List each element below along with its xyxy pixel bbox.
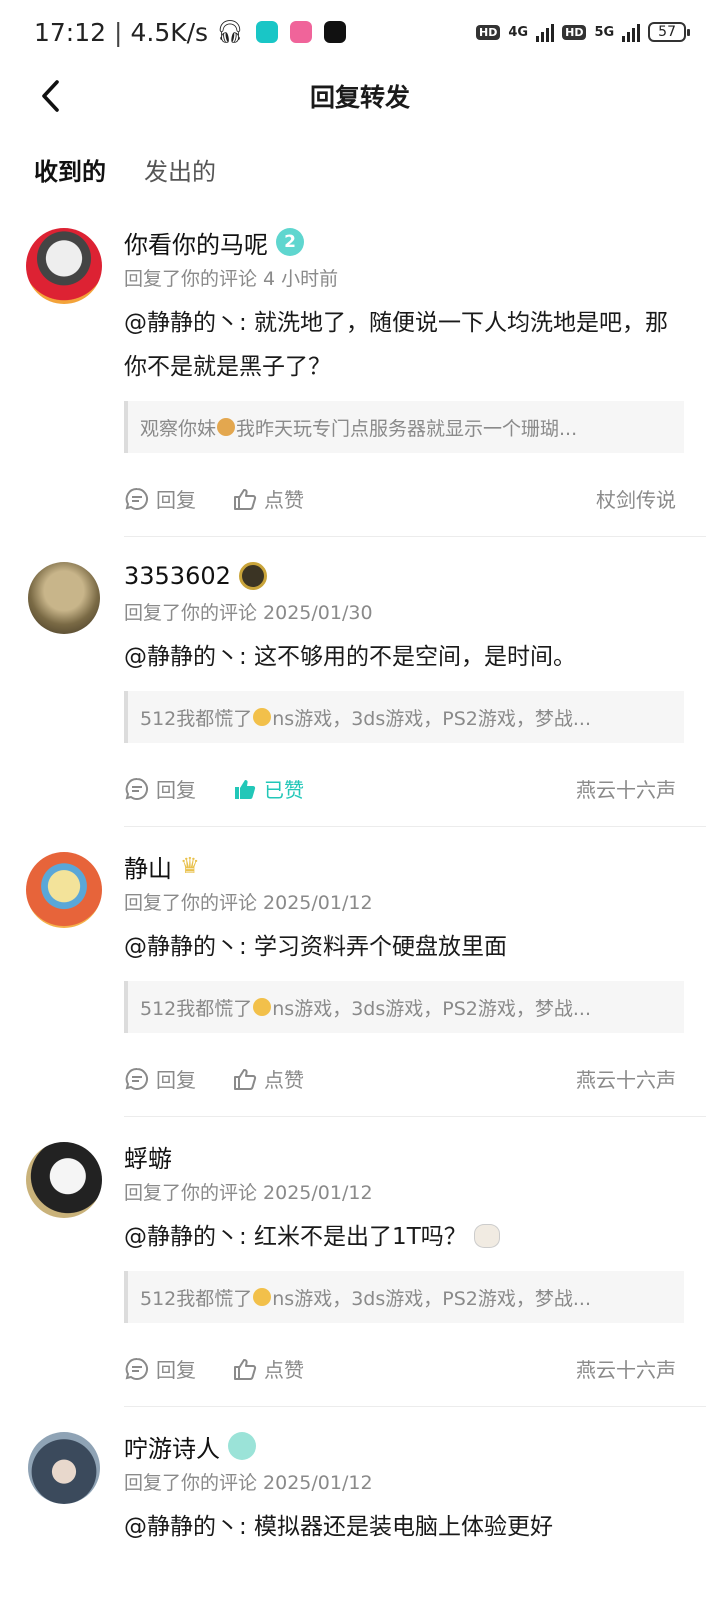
smile-emoji-icon (253, 708, 272, 726)
list-item[interactable]: 静山 ♛ 回复了你的评论 2025/01/12 @静静的丶: 学习资料弄个硬盘放… (0, 846, 720, 1136)
reply-button[interactable]: 回复 (124, 774, 196, 803)
list-item[interactable]: 你看你的马呢 2 回复了你的评论 4 小时前 @静静的丶: 就洗地了，随便说一下… (0, 222, 720, 537)
tiktok-app-icon (324, 21, 347, 43)
back-button[interactable] (30, 76, 70, 116)
divider (124, 536, 706, 537)
comment-icon (125, 1357, 148, 1380)
quoted-comment[interactable]: 观察你妹 我昨天玩专门点服务器就显示一个珊瑚... (124, 401, 684, 453)
crown-icon: ♛ (180, 853, 200, 879)
quoted-comment[interactable]: 512我都慌了 ns游戏，3ds游戏，PS2游戏，梦战... (124, 691, 684, 743)
comment-icon (125, 1067, 148, 1090)
action-row: 回复 已赞 燕云十六声 (124, 774, 676, 803)
avatar[interactable] (26, 852, 102, 928)
reply-list: 你看你的马呢 2 回复了你的评论 4 小时前 @静静的丶: 就洗地了，随便说一下… (0, 222, 720, 1586)
battery-icon: 57 (648, 22, 690, 42)
quote-text-end: 我昨天玩专门点服务器就显示一个珊瑚... (236, 417, 578, 440)
like-button[interactable]: 点赞 (232, 1064, 304, 1093)
status-bar: 17:12 | 4.5K/s 🎧︎ HD 4G HD 5G 57 (0, 0, 720, 64)
reply-text[interactable]: @静静的丶: 这不够用的不是空间，是时间。 (124, 635, 684, 679)
list-item[interactable]: 咛游诗人 回复了你的评论 2025/01/12 @静静的丶: 模拟器还是装电脑上… (0, 1426, 720, 1586)
reply-button[interactable]: 回复 (124, 1354, 196, 1383)
like-button[interactable]: 点赞 (232, 484, 304, 513)
chevron-left-icon (42, 80, 59, 112)
avatar[interactable] (26, 228, 102, 304)
hd-icon-2: HD (562, 24, 587, 40)
comment-icon (125, 777, 148, 800)
tab-bar: 收到的 发出的 (34, 152, 216, 193)
reply-text[interactable]: @静静的丶: 红米不是出了1T吗？ (124, 1215, 684, 1259)
like-button[interactable]: 点赞 (232, 1354, 304, 1383)
smile-emoji-icon (253, 1288, 272, 1306)
quoted-comment[interactable]: 512我都慌了 ns游戏，3ds游戏，PS2游戏，梦战... (124, 981, 684, 1033)
reply-meta: 回复了你的评论 4 小时前 (124, 268, 339, 290)
level-badge: 2 (276, 228, 304, 256)
action-row: 回复 点赞 燕云十六声 (124, 1354, 676, 1383)
source-label[interactable]: 燕云十六声 (576, 1064, 676, 1093)
avatar[interactable] (26, 1142, 102, 1218)
status-speed: 4.5K/s (130, 17, 209, 47)
comment-icon (125, 487, 148, 510)
avatar[interactable] (28, 1432, 100, 1504)
taptap-app-icon (256, 21, 279, 43)
cookie-emoji-icon (217, 418, 236, 436)
quoted-comment[interactable]: 512我都慌了 ns游戏，3ds游戏，PS2游戏，梦战... (124, 1271, 684, 1323)
username[interactable]: 静山 (124, 849, 172, 884)
smile-emoji-icon (253, 998, 272, 1016)
reply-text[interactable]: @静静的丶: 就洗地了，随便说一下人均洗地是吧，那你不是就是黑子了？ (124, 301, 684, 389)
thumb-up-icon (234, 488, 257, 510)
quote-text-start: 观察你妹 (140, 417, 217, 440)
cat-emoji-icon (474, 1224, 501, 1248)
level-badge-icon (228, 1432, 256, 1460)
divider (124, 1116, 706, 1117)
page-header: 回复转发 (0, 64, 720, 128)
source-label[interactable]: 燕云十六声 (576, 774, 676, 803)
page-title: 回复转发 (309, 83, 410, 112)
reply-button[interactable]: 回复 (124, 484, 196, 513)
thumb-up-filled-icon (235, 779, 256, 799)
username[interactable]: 你看你的马呢 (124, 225, 268, 260)
signal-icon-1 (536, 22, 555, 42)
signal-icon-2 (622, 22, 641, 42)
list-item[interactable]: 3353602 回复了你的评论 2025/01/30 @静静的丶: 这不够用的不… (0, 556, 720, 846)
headphone-icon: 🎧︎ (216, 19, 245, 45)
reply-button[interactable]: 回复 (124, 1064, 196, 1093)
status-time: 17:12 (34, 17, 107, 47)
username[interactable]: 3353602 (124, 562, 231, 590)
divider (124, 1406, 706, 1407)
avatar[interactable] (28, 562, 100, 634)
achievement-badge-icon (238, 562, 267, 590)
action-row: 回复 点赞 燕云十六声 (124, 1064, 676, 1093)
reply-text[interactable]: @静静的丶: 模拟器还是装电脑上体验更好 (124, 1505, 684, 1549)
username[interactable]: 咛游诗人 (124, 1429, 220, 1464)
username[interactable]: 蜉蝣 (124, 1139, 172, 1174)
network-label-1: 4G (508, 24, 529, 40)
divider (124, 826, 706, 827)
thumb-up-icon (234, 1358, 257, 1380)
liked-button[interactable]: 已赞 (232, 774, 304, 803)
source-label[interactable]: 燕云十六声 (576, 1354, 676, 1383)
reply-meta: 回复了你的评论 2025/01/12 (124, 892, 373, 914)
action-row: 回复 点赞 杖剑传说 (124, 484, 676, 513)
source-label[interactable]: 杖剑传说 (596, 484, 676, 513)
tab-sent[interactable]: 发出的 (144, 152, 216, 193)
reply-meta: 回复了你的评论 2025/01/12 (124, 1182, 373, 1204)
list-item[interactable]: 蜉蝣 回复了你的评论 2025/01/12 @静静的丶: 红米不是出了1T吗？ … (0, 1136, 720, 1426)
tab-received[interactable]: 收到的 (34, 152, 106, 193)
thumb-up-icon (234, 1068, 257, 1090)
bilibili-app-icon (290, 21, 313, 43)
hd-icon: HD (476, 24, 501, 40)
reply-meta: 回复了你的评论 2025/01/12 (124, 1472, 373, 1494)
reply-meta: 回复了你的评论 2025/01/30 (124, 602, 373, 624)
reply-text[interactable]: @静静的丶: 学习资料弄个硬盘放里面 (124, 925, 684, 969)
network-label-2: 5G (594, 24, 615, 40)
